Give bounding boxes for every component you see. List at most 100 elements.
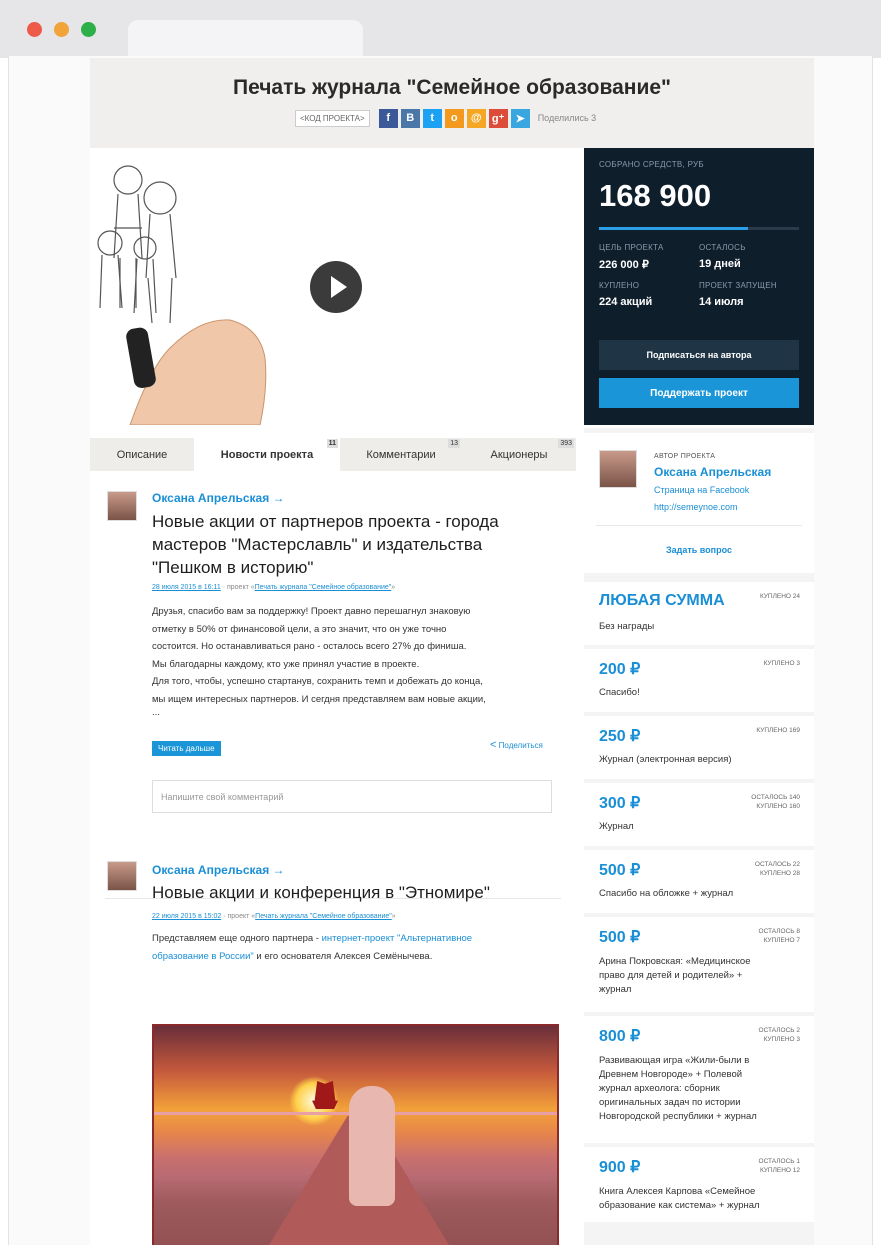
maximize-window-button[interactable]	[81, 22, 96, 37]
tab-label: Комментарии	[366, 448, 436, 461]
card-divider	[596, 525, 802, 526]
close-window-button[interactable]	[27, 22, 42, 37]
launched-label: ПРОЕКТ ЗАПУЩЕН	[699, 281, 777, 290]
share-link[interactable]: < Поделиться	[490, 739, 543, 751]
mail-icon[interactable]: @	[466, 108, 486, 128]
post-body: Представляем еще одного партнера - интер…	[152, 930, 552, 965]
reward-description-line: оригинальных задач по истории	[599, 1097, 741, 1108]
news-feed: Оксана Апрельская → Новые акции от партн…	[90, 471, 576, 1245]
avatar[interactable]	[107, 861, 137, 891]
support-project-button[interactable]: Поддержать проект	[599, 378, 799, 408]
tab-label: Акционеры	[490, 448, 548, 461]
reward-description-line: Арина Покровская: «Медицинское	[599, 956, 751, 967]
reward-stats: ОСТАЛОСЬ 8 КУПЛЕНО 7	[759, 927, 800, 945]
reward-item[interactable]: 300 ₽ ОСТАЛОСЬ 140 КУПЛЕНО 160 Журнал	[584, 783, 814, 846]
author-caption: АВТОР ПРОЕКТА	[654, 453, 716, 460]
meta-suffix: »	[391, 913, 396, 920]
reward-stat: КУПЛЕНО 169	[756, 727, 800, 734]
reward-item[interactable]: 200 ₽ КУПЛЕНО 3 Спасибо!	[584, 649, 814, 712]
reward-stats: КУПЛЕНО 3	[764, 659, 800, 668]
reward-amount: 800 ₽	[599, 1028, 641, 1045]
reward-amount: 300 ₽	[599, 795, 641, 812]
tab-comments[interactable]: Комментарии 13	[340, 438, 462, 471]
bought-label: КУПЛЕНО	[599, 281, 640, 290]
tab-label: Новости проекта	[220, 448, 314, 461]
author-name[interactable]: Оксана Апрельская	[654, 465, 771, 479]
post-image[interactable]	[152, 1024, 559, 1245]
goal-value: 226 000 ₽	[599, 259, 649, 271]
reward-item[interactable]: 900 ₽ ОСТАЛОСЬ 1 КУПЛЕНО 12 Книга Алексея…	[584, 1147, 814, 1222]
reward-item[interactable]: 500 ₽ ОСТАЛОСЬ 22 КУПЛЕНО 28 Спасибо на о…	[584, 850, 814, 913]
telegram-icon[interactable]: ➤	[510, 108, 530, 128]
reward-description: Развивающая игра «Жили-были в Древнем Но…	[599, 1054, 794, 1124]
reward-stat: ОСТАЛОСЬ 8	[758, 928, 800, 935]
post-date[interactable]: 28 июля 2015 в 16:11	[152, 584, 221, 591]
vk-icon[interactable]: В	[400, 108, 420, 128]
reward-amount: 500 ₽	[599, 929, 641, 946]
google-plus-icon[interactable]: g⁺	[488, 108, 508, 128]
tab-label: Описание	[116, 448, 168, 461]
project-code-button[interactable]: <КОД ПРОЕКТА>	[295, 109, 370, 127]
play-button[interactable]	[310, 261, 362, 313]
tab-shareholders[interactable]: Акционеры 393	[462, 438, 576, 471]
post-body-line: мы ищем интересных партнеров. И сегдня п…	[152, 693, 486, 705]
post-body-text: и его основателя Алексея Семёнычева.	[253, 950, 433, 962]
bought-value: 224 акций	[599, 296, 653, 308]
reward-stat: КУПЛЕНО 3	[763, 1036, 800, 1043]
comment-input[interactable]: Напишите свой комментарий	[152, 780, 552, 813]
reward-description-line: Журнал (электронная версия)	[599, 754, 732, 765]
goal-label: ЦЕЛЬ ПРОЕКТА	[599, 243, 664, 252]
reward-stat: КУПЛЕНО 160	[756, 803, 800, 810]
ask-question-link[interactable]: Задать вопрос	[584, 545, 814, 555]
meta-prefix: · проект «	[223, 913, 256, 920]
reward-amount: ЛЮБАЯ СУММА	[599, 592, 725, 609]
post-body-text: Представляем еще одного партнера -	[152, 933, 322, 944]
reward-item[interactable]: 800 ₽ ОСТАЛОСЬ 2 КУПЛЕНО 3 Развивающая иг…	[584, 1016, 814, 1143]
post-meta: 22 июля 2015 в 15:02 · проект «Печать жу…	[152, 913, 396, 920]
facebook-icon[interactable]: f	[378, 108, 398, 128]
reward-item[interactable]: 250 ₽ КУПЛЕНО 169 Журнал (электронная ве…	[584, 716, 814, 779]
post-author[interactable]: Оксана Апрельская →	[152, 863, 285, 877]
project-link[interactable]: Печать журнала "Семейное образование"	[255, 584, 392, 591]
meta-prefix: · проект «	[222, 584, 255, 591]
facebook-link[interactable]: Страница на Facebook	[654, 485, 749, 495]
site-link[interactable]: http://semeynoe.com	[654, 502, 738, 512]
reward-item[interactable]: 500 ₽ ОСТАЛОСЬ 8 КУПЛЕНО 7 Арина Покровск…	[584, 917, 814, 1012]
post-title[interactable]: Новые акции от партнеров проекта - город…	[152, 510, 552, 579]
reward-description-line: образование как система» + журнал	[599, 1200, 760, 1211]
reward-item[interactable]: ЛЮБАЯ СУММА КУПЛЕНО 24 Без награды	[584, 582, 814, 645]
tab-news[interactable]: Новости проекта 11	[194, 438, 340, 471]
read-more-button[interactable]: Читать дальше	[152, 741, 221, 756]
partner-link[interactable]: образование в России"	[152, 951, 254, 962]
post-date[interactable]: 22 июля 2015 в 15:02	[152, 913, 221, 920]
reward-stat: ОСТАЛОСЬ 22	[754, 861, 800, 868]
twitter-icon[interactable]: t	[422, 108, 442, 128]
author-card: АВТОР ПРОЕКТА Оксана Апрельская Страница…	[584, 433, 814, 573]
subscribe-author-button[interactable]: Подписаться на автора	[599, 340, 799, 370]
partner-link[interactable]: интернет-проект "Альтернативное	[322, 933, 472, 944]
project-video[interactable]	[90, 148, 584, 425]
reward-description-line: журнал археолога: сборник	[599, 1083, 720, 1094]
post-author[interactable]: Оксана Апрельская →	[152, 491, 285, 505]
tab-description[interactable]: Описание	[90, 438, 194, 471]
browser-tab[interactable]	[128, 20, 363, 58]
reward-description: Спасибо!	[599, 686, 794, 700]
browser-chrome	[0, 0, 881, 58]
reward-description-line: Книга Алексея Карпова «Семейное	[599, 1186, 756, 1197]
author-avatar[interactable]	[599, 450, 637, 488]
reward-stat: КУПЛЕНО 12	[759, 1167, 800, 1174]
odnoklassniki-icon[interactable]: о	[444, 108, 464, 128]
post-body-line: отметку в 50% от финансовой цели, а это …	[152, 623, 447, 635]
funding-progress-bar	[599, 227, 799, 230]
project-page: Печать журнала "Семейное образование" <К…	[90, 58, 814, 1245]
tab-count: 393	[558, 439, 574, 448]
reward-description: Арина Покровская: «Медицинское право для…	[599, 955, 794, 997]
post-title[interactable]: Новые акции и конференция в "Этномире"	[152, 881, 552, 904]
avatar[interactable]	[107, 491, 137, 521]
minimize-window-button[interactable]	[54, 22, 69, 37]
time-left-value: 19 дней	[699, 258, 741, 270]
project-tabs: Описание Новости проекта 11 Комментарии …	[90, 438, 576, 471]
project-link[interactable]: Печать журнала "Семейное образование"	[255, 913, 392, 920]
reward-description: Книга Алексея Карпова «Семейное образова…	[599, 1185, 794, 1213]
post-body-line: Друзья, спасибо вам за поддержку! Проект…	[152, 606, 471, 617]
